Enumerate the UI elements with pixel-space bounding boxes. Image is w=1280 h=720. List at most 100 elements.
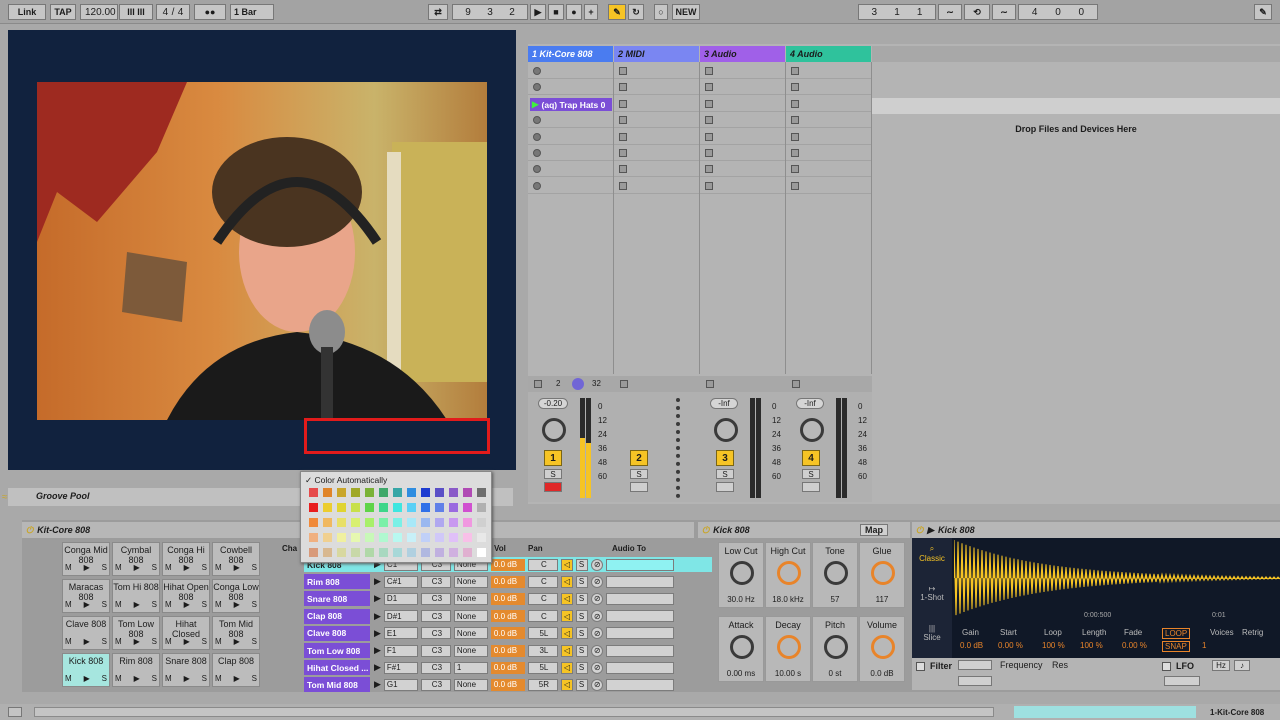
chain-hot-swap-icon[interactable]: ⊘ — [590, 610, 603, 623]
drum-pad-solo-button[interactable]: S — [252, 600, 257, 610]
drum-pad-play-icon[interactable]: ▶ — [134, 563, 140, 573]
color-auto-option[interactable]: ✓ Color Automatically — [305, 475, 387, 486]
color-swatch[interactable] — [449, 548, 458, 557]
device-param[interactable]: High Cut 18.0 kHz — [765, 542, 811, 608]
color-swatch[interactable] — [421, 488, 430, 497]
metronome-button[interactable]: ●● — [194, 4, 226, 20]
device-power-icon[interactable]: ⏻ — [26, 525, 33, 536]
track-3-volume[interactable]: -Inf — [710, 398, 738, 409]
chain-hot-swap-icon[interactable]: ⊘ — [590, 627, 603, 640]
color-swatch[interactable] — [379, 518, 388, 527]
loop-switch-icon[interactable]: ⟲ — [964, 4, 990, 20]
chain-speaker-icon[interactable]: ◁ — [560, 661, 573, 674]
chain-solo-button[interactable]: S — [575, 678, 588, 691]
track-header-1[interactable]: 1 Kit-Core 808 — [528, 46, 613, 62]
drum-pad-mute-button[interactable]: M — [165, 600, 172, 610]
clip-slot[interactable] — [700, 80, 785, 96]
chain-row[interactable]: Clave 808 ▶ E1 C3 None 0.0 dB 5L ◁ S ⊘ — [304, 625, 712, 641]
simpler-param-value[interactable]: 0.00 % — [998, 641, 1023, 650]
color-swatch[interactable] — [379, 548, 388, 557]
color-swatch[interactable] — [323, 503, 332, 512]
track-4-solo[interactable]: S — [802, 469, 820, 479]
hz-button[interactable]: Hz — [1212, 660, 1230, 671]
chain-volume[interactable]: 0.0 dB — [490, 575, 525, 588]
drum-pad-play-icon[interactable]: ▶ — [134, 600, 140, 610]
chain-choke-field[interactable]: C3 — [420, 678, 451, 691]
drum-pad[interactable]: Tom Mid 808 M ▶ S — [212, 616, 260, 650]
drum-pad-mute-button[interactable]: M — [165, 674, 172, 684]
chain-speaker-icon[interactable]: ◁ — [560, 592, 573, 605]
color-swatch[interactable] — [323, 518, 332, 527]
chain-row[interactable]: Snare 808 ▶ D1 C3 None 0.0 dB C ◁ S ⊘ — [304, 591, 712, 607]
color-swatch[interactable] — [407, 488, 416, 497]
chain-volume[interactable]: 0.0 dB — [490, 678, 525, 691]
chain-solo-button[interactable]: S — [575, 558, 588, 571]
chain-note-field[interactable]: G1 — [383, 678, 418, 691]
chain-hot-swap-icon[interactable]: ⊘ — [590, 575, 603, 588]
chain-play-icon[interactable]: ▶ — [374, 628, 381, 639]
color-swatch[interactable] — [477, 533, 486, 542]
chain-hot-swap-icon[interactable]: ⊘ — [590, 592, 603, 605]
chain-row[interactable]: Rim 808 ▶ C#1 C3 None 0.0 dB C ◁ S ⊘ — [304, 574, 712, 590]
device-param[interactable]: Decay 10.00 s — [765, 616, 811, 682]
color-swatch[interactable] — [379, 488, 388, 497]
chain-solo-button[interactable]: S — [575, 661, 588, 674]
loop-start[interactable]: 3 1 1 — [858, 4, 936, 20]
color-swatch[interactable] — [351, 518, 360, 527]
clip-stop-square-icon[interactable] — [705, 181, 713, 190]
drum-pad-play-icon[interactable]: ▶ — [234, 600, 240, 610]
clip-stop-square-icon[interactable] — [619, 116, 627, 125]
track-4-activator[interactable]: 4 — [802, 450, 820, 466]
chain-note-field[interactable]: D1 — [383, 592, 418, 605]
clip-launch-dot-icon[interactable] — [533, 67, 541, 75]
drum-pad-solo-button[interactable]: S — [102, 637, 107, 647]
chain-name[interactable]: Rim 808 — [304, 574, 370, 590]
chain-pan[interactable]: 5L — [527, 661, 558, 674]
chain-volume[interactable]: 0.0 dB — [490, 644, 525, 657]
follow-icon[interactable]: ⇄ — [428, 4, 448, 20]
drum-pad-play-icon[interactable]: ▶ — [84, 674, 90, 684]
track-2-monitor[interactable] — [630, 482, 648, 492]
param-knob[interactable] — [730, 635, 754, 659]
clip-slot[interactable] — [786, 162, 871, 178]
clip-stop-square-icon[interactable] — [791, 83, 799, 92]
drum-pad-mute-button[interactable]: M — [215, 674, 222, 684]
clip-stop-square-icon[interactable] — [619, 99, 627, 108]
drum-pad-mute-button[interactable]: M — [65, 674, 72, 684]
drum-pad-play-icon[interactable]: ▶ — [184, 674, 190, 684]
chain-note-field[interactable]: F#1 — [383, 661, 418, 674]
clip-slot[interactable] — [700, 113, 785, 129]
chain-choke-field[interactable]: C3 — [420, 627, 451, 640]
color-swatch[interactable] — [379, 503, 388, 512]
clip-slot[interactable] — [786, 113, 871, 129]
record-icon[interactable]: ● — [566, 4, 582, 20]
color-swatch[interactable] — [393, 488, 402, 497]
drum-pad[interactable]: Snare 808 M ▶ S — [162, 653, 210, 687]
drum-pad-solo-button[interactable]: S — [202, 563, 207, 573]
color-swatch[interactable] — [337, 503, 346, 512]
chain-audio-to-menu[interactable] — [605, 678, 674, 691]
drum-pad-mute-button[interactable]: M — [115, 563, 122, 573]
drum-pad-mute-button[interactable]: M — [215, 563, 222, 573]
tap-tempo-button[interactable]: TAP — [50, 4, 76, 20]
chain-choke-field[interactable]: C3 — [420, 575, 451, 588]
track-3-pan-knob[interactable] — [714, 418, 738, 442]
track-1-volume[interactable]: -0.20 — [538, 398, 568, 409]
clip-slot[interactable] — [786, 146, 871, 161]
simpler-param-value[interactable]: 100 % — [1080, 641, 1103, 650]
chain-note-field[interactable]: D#1 — [383, 610, 418, 623]
chain-pan[interactable]: 5R — [527, 678, 558, 691]
clip-launch-dot-icon[interactable] — [533, 83, 541, 92]
clip-stop-square-icon[interactable] — [705, 149, 713, 157]
clip-stop-square-icon[interactable] — [705, 132, 713, 141]
clip-slot[interactable] — [700, 162, 785, 178]
color-swatch[interactable] — [463, 548, 472, 557]
param-knob[interactable] — [777, 561, 801, 585]
color-swatch[interactable] — [421, 548, 430, 557]
chain-solo-button[interactable]: S — [575, 592, 588, 605]
clip-slot[interactable] — [614, 130, 699, 145]
clip-stop-square-icon[interactable] — [705, 116, 713, 125]
chain-pan[interactable]: C — [527, 592, 558, 605]
chain-audio-to-menu[interactable] — [605, 661, 674, 674]
loop-length[interactable]: 4 0 0 — [1018, 4, 1098, 20]
